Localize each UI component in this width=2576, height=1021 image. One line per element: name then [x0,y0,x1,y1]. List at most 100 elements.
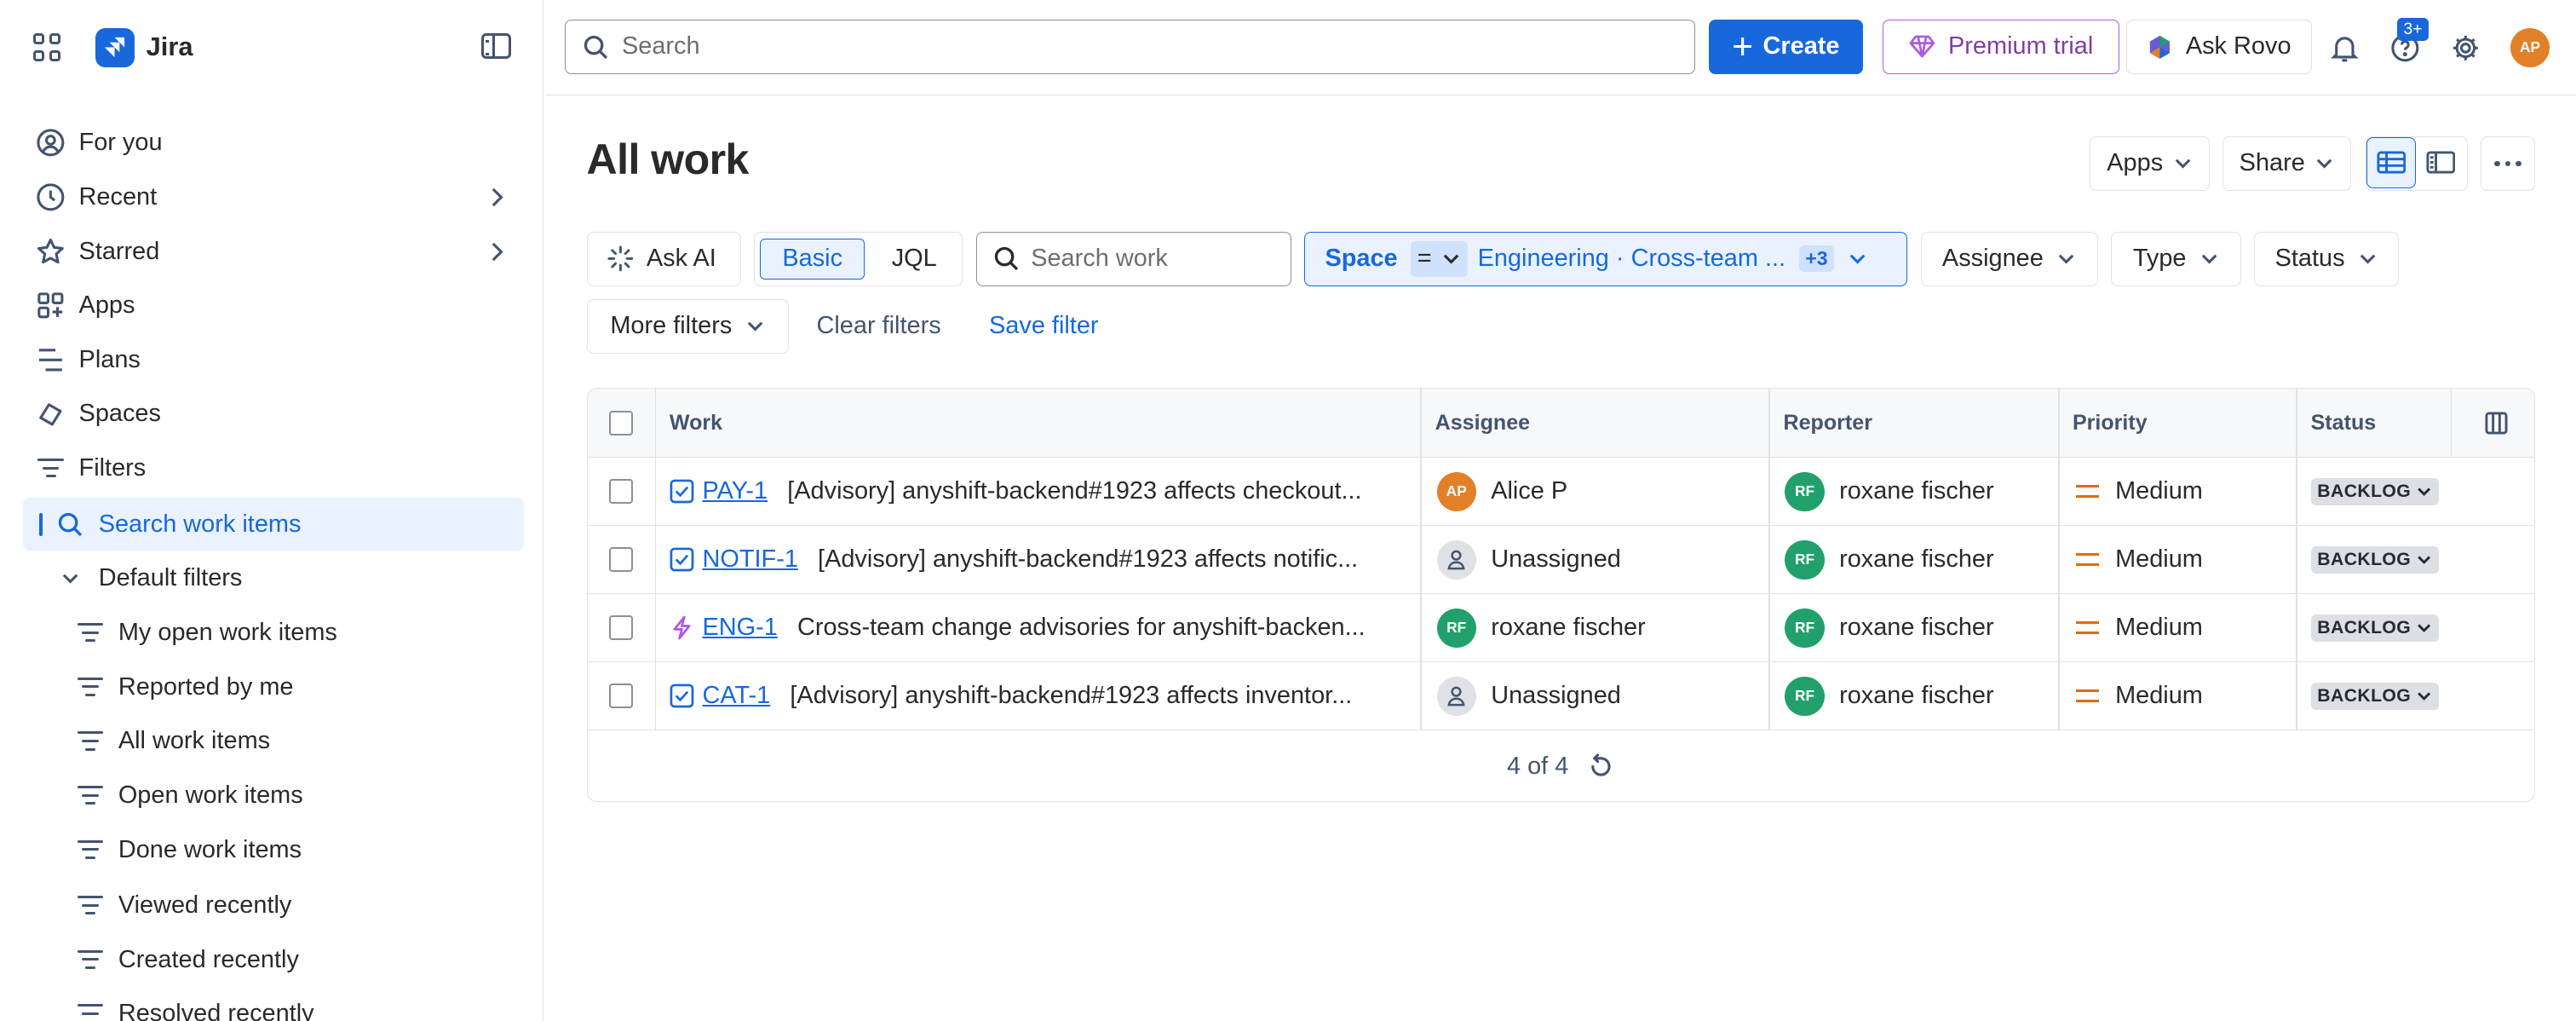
select-all-checkbox[interactable] [608,411,634,436]
jira-logo-icon[interactable] [95,27,135,68]
status-lozenge[interactable]: BACKLOG [2310,545,2439,574]
apps-button[interactable]: Apps [2090,136,2210,191]
avatar[interactable]: AP [2510,27,2550,68]
sidebar-item-label: Viewed recently [118,891,292,920]
app-name[interactable]: Jira [147,32,193,62]
row-checkbox[interactable] [608,547,634,573]
sidebar-item-apps[interactable]: Apps [23,280,524,332]
avatar: RF [1436,608,1476,648]
column-header-assignee[interactable]: Assignee [1422,389,1530,458]
sidebar-item-recent[interactable]: Recent [23,171,524,224]
priority-cell[interactable]: Medium [2075,526,2290,593]
row-checkbox[interactable] [608,479,634,505]
type-filter[interactable]: Type [2111,231,2241,286]
reporter-cell[interactable]: RF roxane fischer [1785,662,2048,730]
chevron-right-icon[interactable] [488,186,504,216]
sidebar-filter-item[interactable]: Open work items [23,770,524,822]
reporter-cell[interactable]: RF roxane fischer [1785,526,2048,593]
create-button[interactable]: + Create [1708,20,1863,74]
assignee-filter[interactable]: Assignee [1920,231,2098,286]
ask-rovo-button[interactable]: Ask Rovo [2125,20,2312,74]
work-item-key-link[interactable]: NOTIF-1 [702,545,797,574]
global-search-input[interactable] [621,32,1608,61]
status-filter[interactable]: Status [2254,231,2399,286]
table-row[interactable]: NOTIF-1 [Advisory] anyshift-backend#1923 … [587,526,2534,595]
row-checkbox[interactable] [608,615,634,641]
priority-cell[interactable]: Medium [2075,594,2290,661]
column-header-priority[interactable]: Priority [2060,389,2148,458]
column-header-work[interactable]: Work [657,389,722,458]
reporter-cell[interactable]: RF roxane fischer [1785,458,2048,525]
table-row[interactable]: CAT-1 [Advisory] anyshift-backend#1923 af… [587,662,2534,731]
row-checkbox[interactable] [608,684,634,709]
work-item-key-link[interactable]: CAT-1 [702,682,770,710]
sidebar-item-default-filters[interactable]: Default filters [23,552,524,605]
priority-cell[interactable]: Medium [2075,662,2290,730]
sidebar-item-label: Plans [78,345,141,373]
assignee-name: Unassigned [1491,682,1621,710]
list-view-icon[interactable] [2366,137,2417,188]
sidebar-item-starred[interactable]: Starred [23,225,524,278]
sidebar-item-label: Spaces [78,400,161,428]
column-header-reporter[interactable]: Reporter [1770,389,1872,458]
work-item-summary[interactable]: [Advisory] anyshift-backend#1923 affects… [787,477,1361,505]
sidebar-filter-item[interactable]: Created recently [23,933,524,986]
assignee-cell[interactable]: AP Alice P [1436,458,1757,525]
chevron-right-icon[interactable] [488,240,504,270]
space-filter[interactable]: Space = Engineering · Cross-team ... +3 [1304,231,1908,286]
table-row[interactable]: ENG-1 Cross-team change advisories for an… [587,594,2534,663]
more-actions-button[interactable] [2481,136,2535,191]
status-lozenge[interactable]: BACKLOG [2310,477,2439,505]
bell-icon[interactable] [2328,32,2361,65]
status-lozenge[interactable]: BACKLOG [2310,614,2439,642]
global-search[interactable] [565,20,1696,74]
work-search-input[interactable] [1031,245,1278,274]
ask-ai-button[interactable]: Ask AI [586,231,741,286]
assignee-cell[interactable]: Unassigned [1436,526,1757,593]
sidebar-filter-item[interactable]: Reported by me [23,660,524,713]
assignee-cell[interactable]: RF roxane fischer [1436,594,1757,661]
sidebar-item-search-work-items[interactable]: Search work items [23,498,525,551]
sidebar-filter-item[interactable]: All work items [23,715,524,768]
refresh-icon[interactable] [1588,753,1614,780]
sidebar-filter-item[interactable]: Resolved recently [23,988,524,1021]
more-filters-button[interactable]: More filters [586,299,789,354]
sidebar-filter-item[interactable]: Viewed recently [23,880,524,932]
priority-medium-icon [2075,621,2099,635]
space-filter-value: Engineering · Cross-team ... [1477,245,1786,273]
priority-cell[interactable]: Medium [2075,458,2290,525]
clear-filters-button[interactable]: Clear filters [817,312,941,340]
save-filter-button[interactable]: Save filter [989,312,1099,340]
gear-icon[interactable] [2450,32,2483,65]
sidebar-item-plans[interactable]: Plans [23,334,524,387]
column-settings-icon[interactable] [2485,389,2508,458]
jql-mode-button[interactable]: JQL [871,239,957,280]
chevron-down-icon [2056,249,2076,268]
detail-view-icon[interactable] [2416,137,2465,188]
sidebar-item-for-you[interactable]: For you [23,117,524,170]
work-item-key-link[interactable]: PAY-1 [702,477,768,505]
sidebar-filter-item[interactable]: My open work items [23,607,524,660]
sidebar-item-label: Starred [78,237,160,265]
status-lozenge[interactable]: BACKLOG [2310,682,2439,710]
work-item-summary[interactable]: [Advisory] anyshift-backend#1923 affects… [790,682,1352,710]
column-header-status[interactable]: Status [2297,389,2377,458]
space-filter-operator[interactable]: = [1411,240,1469,277]
assignee-cell[interactable]: Unassigned [1436,662,1757,730]
reporter-cell[interactable]: RF roxane fischer [1785,594,2048,661]
work-item-key-link[interactable]: ENG-1 [702,614,777,642]
sidebar-item-spaces[interactable]: Spaces [23,388,524,441]
app-switcher-icon[interactable] [32,32,63,63]
collapse-sidebar-icon[interactable] [481,32,511,60]
sidebar-item-label: Created recently [118,945,299,973]
sidebar-item-filters[interactable]: Filters [23,442,524,495]
premium-trial-button[interactable]: Premium trial [1883,20,2119,74]
work-item-summary[interactable]: Cross-team change advisories for anyshif… [797,614,1366,642]
basic-mode-button[interactable]: Basic [760,238,865,280]
sidebar-filter-item[interactable]: Done work items [23,823,524,876]
table-row[interactable]: PAY-1 [Advisory] anyshift-backend#1923 af… [587,458,2534,527]
chevron-down-icon[interactable] [56,564,86,594]
share-button[interactable]: Share [2222,136,2351,191]
work-search[interactable] [975,231,1291,286]
work-item-summary[interactable]: [Advisory] anyshift-backend#1923 affects… [818,545,1358,574]
